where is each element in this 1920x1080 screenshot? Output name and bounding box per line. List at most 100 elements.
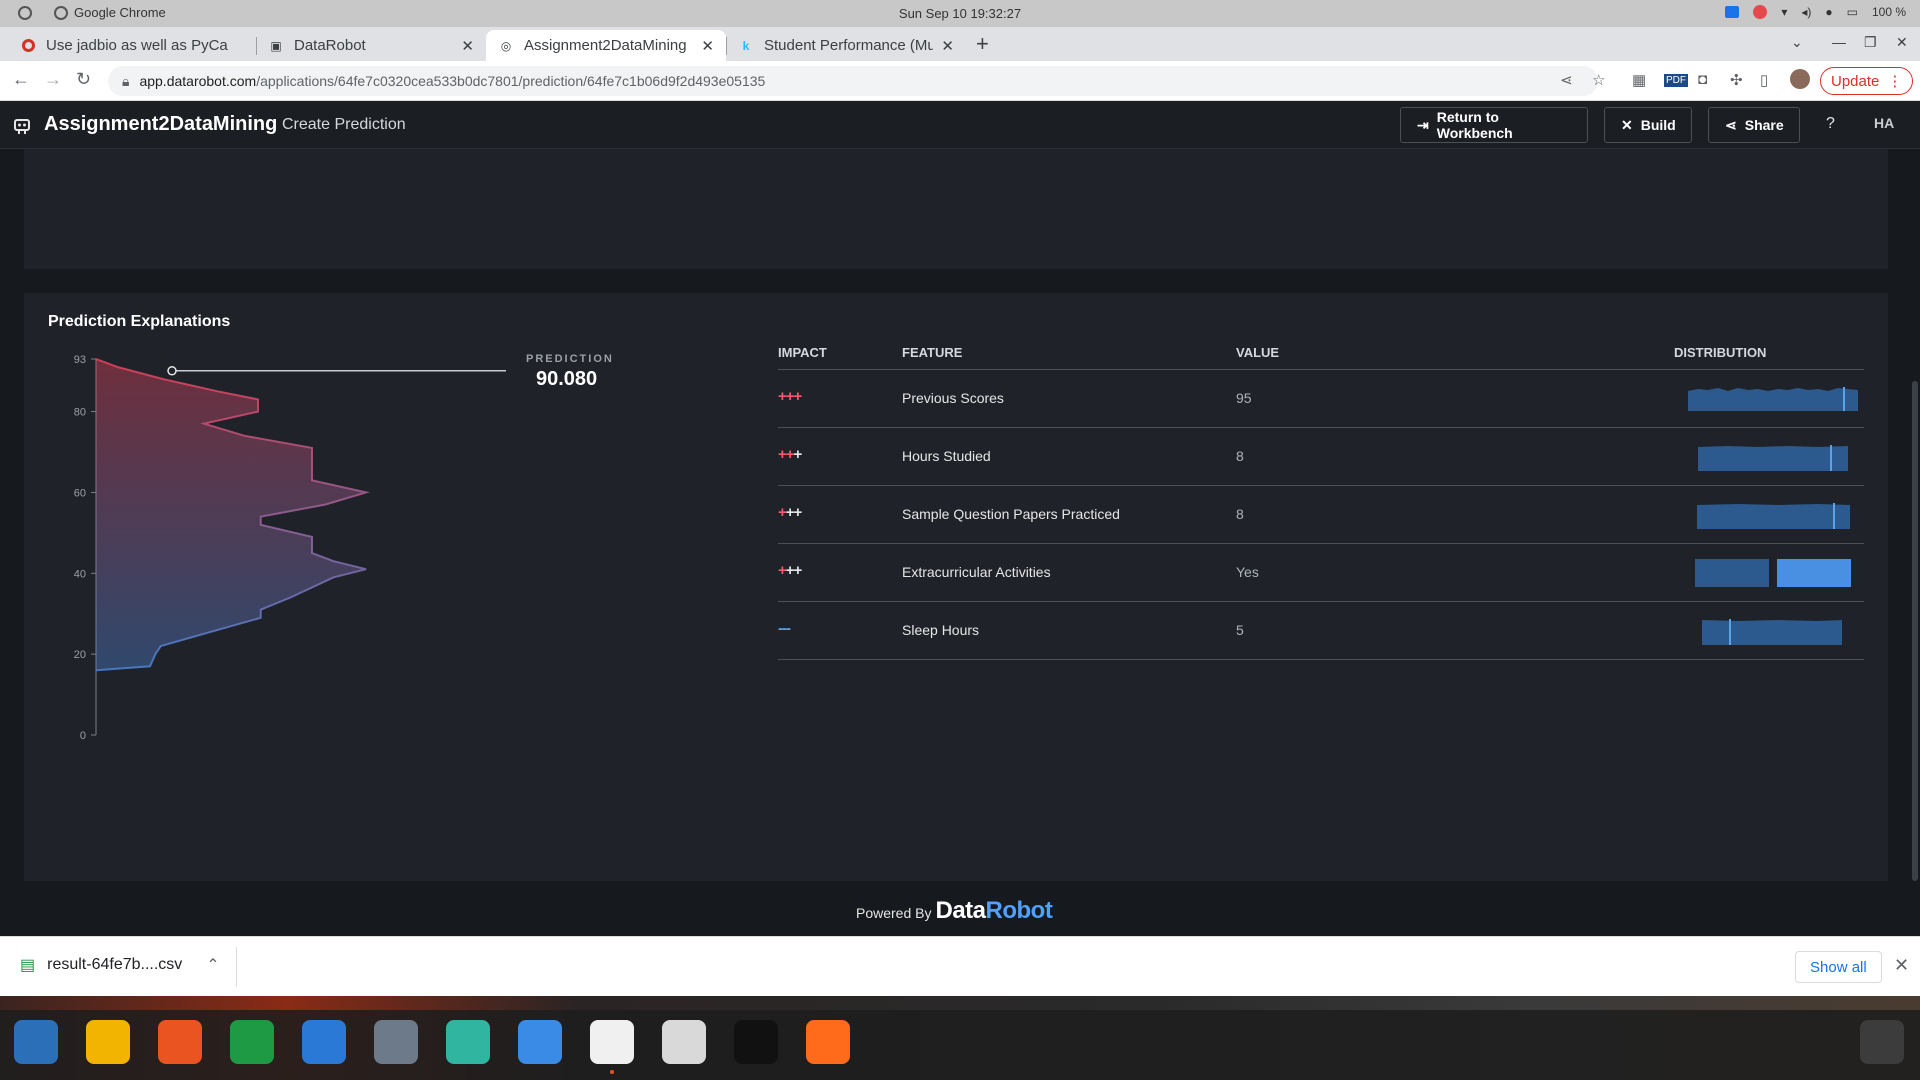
page-subtitle: Create Prediction <box>282 116 406 133</box>
forward-icon[interactable]: → <box>44 69 62 90</box>
tab-datarobot[interactable]: ▣ DataRobot ✕ <box>256 30 486 61</box>
button-label: Share <box>1744 117 1784 133</box>
battery-icon[interactable]: ▭ <box>1847 5 1858 19</box>
os-top-bar: Google Chrome Sun Sep 10 19:32:27 ▾ ◂) ●… <box>0 0 1920 27</box>
close-icon[interactable]: ✕ <box>941 37 954 55</box>
impact-indicator: +++ <box>778 388 802 405</box>
y-tick-label: 40 <box>74 568 86 580</box>
feature-value: 5 <box>1236 622 1244 638</box>
button-label: Build <box>1640 117 1676 133</box>
table-row[interactable]: +++ Sample Question Papers Practiced 8 <box>778 486 1864 544</box>
distribution-sparkline <box>1695 559 1851 587</box>
taskbar-dock <box>0 996 1920 1080</box>
impact-indicator: +++ <box>778 446 802 463</box>
build-button[interactable]: ✕ Build <box>1604 107 1692 143</box>
help-button[interactable]: ? <box>1826 115 1835 133</box>
shotwell-icon[interactable] <box>374 1020 418 1064</box>
address-bar[interactable]: 🔒︎ app.datarobot.com /applications/64fe7… <box>108 66 1598 96</box>
y-tick-label: 20 <box>74 649 86 661</box>
extension-1-icon[interactable]: ▦ <box>1632 71 1646 89</box>
tab-jadbio[interactable]: Use jadbio as well as PyCa <box>8 30 258 61</box>
minimize-icon[interactable]: — <box>1832 34 1846 50</box>
column-header-impact[interactable]: IMPACT <box>778 345 827 360</box>
chevron-up-icon[interactable]: ⌃ <box>206 955 219 975</box>
powered-by-label: Powered By <box>856 905 932 921</box>
show-all-button[interactable]: Show all <box>1795 951 1882 983</box>
window-close-icon[interactable]: ✕ <box>1896 34 1908 51</box>
finder-icon[interactable] <box>518 1020 562 1064</box>
y-tick-label: 0 <box>80 730 86 742</box>
close-icon[interactable]: ✕ <box>1894 955 1909 976</box>
impact-glyph: + <box>793 562 803 579</box>
writer-icon[interactable] <box>302 1020 346 1064</box>
thunderbird-icon[interactable] <box>14 1020 58 1064</box>
screenshot-indicator-icon[interactable] <box>1725 6 1740 18</box>
impact-glyph: + <box>785 446 795 463</box>
new-tab-button[interactable]: + <box>976 31 989 57</box>
datarobot-brand-logo[interactable]: DataRobot <box>935 897 1052 925</box>
volume-icon[interactable]: ◂) <box>1801 5 1811 19</box>
download-item[interactable]: ▤ result-64fe7b....csv ⌃ <box>20 955 220 975</box>
recording-indicator-icon[interactable] <box>1753 5 1768 19</box>
terminal-icon[interactable] <box>734 1020 778 1064</box>
prediction-distribution-chart: 0 20 40 60 80 93 <box>74 354 506 742</box>
robot-logo-icon[interactable] <box>12 115 32 135</box>
tab-separator <box>726 37 727 55</box>
tab-student-performance[interactable]: k Student Performance (Mu ✕ <box>726 30 966 61</box>
impact-glyph: + <box>793 504 803 521</box>
divider <box>236 947 237 987</box>
close-icon[interactable]: ✕ <box>461 37 474 55</box>
wifi-icon[interactable]: ▾ <box>1781 5 1787 19</box>
prediction-value: 90.080 <box>536 368 598 390</box>
close-icon[interactable]: ✕ <box>701 37 714 55</box>
prediction-point[interactable] <box>167 366 177 376</box>
datarobot-icon: ▣ <box>270 38 282 53</box>
chrome-icon[interactable] <box>590 1020 634 1064</box>
impact-glyph: + <box>785 504 795 521</box>
datarobot-app: Assignment2DataMining Create Prediction … <box>0 101 1920 936</box>
table-row[interactable]: --- Sleep Hours 5 <box>778 602 1864 660</box>
tab-assignment2datamining[interactable]: ◎ Assignment2DataMining ✕ <box>486 30 726 61</box>
extensions-puzzle-icon[interactable]: ✣ <box>1730 71 1743 89</box>
column-header-distribution[interactable]: DISTRIBUTION <box>1674 345 1766 360</box>
calc-icon[interactable] <box>230 1020 274 1064</box>
dock-background <box>0 1010 1920 1080</box>
table-row[interactable]: +++ Extracurricular Activities Yes <box>778 544 1864 602</box>
microphone-icon[interactable]: ● <box>1825 5 1832 19</box>
powered-by-footer: Powered By DataRobot <box>856 897 1053 925</box>
software-center-icon[interactable] <box>158 1020 202 1064</box>
restore-icon[interactable]: ❐ <box>1864 34 1877 51</box>
table-row[interactable]: +++ Hours Studied 8 <box>778 428 1864 486</box>
reload-icon[interactable]: ↻ <box>76 69 91 90</box>
impact-indicator: +++ <box>778 504 803 521</box>
user-avatar[interactable]: HA <box>1874 115 1894 131</box>
help-icon[interactable] <box>446 1020 490 1064</box>
pdf-extension-icon[interactable]: PDF <box>1664 74 1688 87</box>
page-scrollbar[interactable] <box>1912 381 1918 881</box>
camera-extension-icon[interactable]: ◘ <box>1698 71 1707 88</box>
side-panel-icon[interactable]: ▯ <box>1760 71 1768 89</box>
tab-title: Student Performance (Mu <box>764 37 934 54</box>
impact-indicator: +++ <box>778 562 803 579</box>
app-grid-icon[interactable] <box>1860 1020 1904 1064</box>
tools-icon: ✕ <box>1621 116 1633 133</box>
system-clock[interactable]: Sun Sep 10 19:32:27 <box>0 6 1920 21</box>
feature-value: Yes <box>1236 564 1259 580</box>
profile-avatar-icon[interactable] <box>1790 69 1810 89</box>
table-row[interactable]: +++ Previous Scores 95 <box>778 370 1864 428</box>
back-icon[interactable]: ← <box>12 69 30 90</box>
share-button[interactable]: ⋖ Share <box>1708 107 1800 143</box>
column-header-value[interactable]: VALUE <box>1236 345 1279 360</box>
update-button[interactable]: Update ⋮ <box>1820 67 1914 95</box>
column-header-feature[interactable]: FEATURE <box>902 345 962 360</box>
text-editor-icon[interactable] <box>662 1020 706 1064</box>
browser-toolbar: ← → ↻ 🔒︎ app.datarobot.com /applications… <box>0 61 1920 101</box>
share-page-icon[interactable]: ⋖ <box>1560 71 1573 89</box>
bookmark-star-icon[interactable]: ☆ <box>1592 71 1605 89</box>
return-to-workbench-button[interactable]: ⇥ Return to Workbench <box>1400 107 1588 143</box>
rhythmbox-icon[interactable] <box>86 1020 130 1064</box>
tab-search-icon[interactable]: ⌄ <box>1791 34 1803 51</box>
firefox-icon[interactable] <box>806 1020 850 1064</box>
impact-glyph: + <box>778 446 787 463</box>
previous-section-panel <box>24 149 1888 269</box>
